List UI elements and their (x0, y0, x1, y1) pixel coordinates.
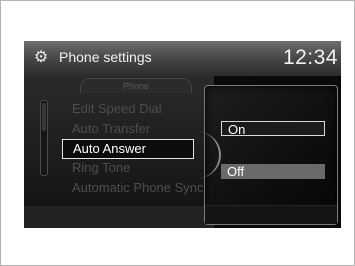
menu-item-auto-answer[interactable]: Auto Answer (62, 139, 194, 159)
scrollbar-thumb[interactable] (42, 103, 46, 131)
menu-item-label: Automatic Phone Sync (72, 180, 204, 195)
option-popup: On Off (204, 85, 338, 225)
settings-list-panel: Phone Edit Speed Dial Auto Transfer Auto… (24, 76, 214, 228)
menu-item-label: Edit Speed Dial (72, 101, 162, 116)
menu-item-label: Auto Answer (73, 141, 146, 156)
list-footer (24, 206, 214, 228)
option-off[interactable]: Off (221, 164, 325, 179)
popup-footer (205, 205, 337, 224)
clock: 12:34 (282, 46, 338, 69)
display-screen: ⚙ Phone settings 12:34 Phone Edit Speed … (24, 41, 341, 228)
title-bar: ⚙ Phone settings 12:34 (24, 41, 341, 76)
option-on[interactable]: On (221, 121, 325, 137)
figure-frame: ⚙ Phone settings 12:34 Phone Edit Speed … (0, 0, 355, 266)
tab-phone[interactable]: Phone (80, 78, 192, 93)
scrollbar[interactable] (40, 100, 48, 176)
menu-item-label: Ring Tone (72, 160, 131, 175)
menu-item-label: Auto Transfer (72, 121, 151, 136)
page-title: Phone settings (59, 49, 152, 65)
gear-icon: ⚙ (33, 49, 49, 66)
popup-arc-decoration (197, 132, 221, 178)
